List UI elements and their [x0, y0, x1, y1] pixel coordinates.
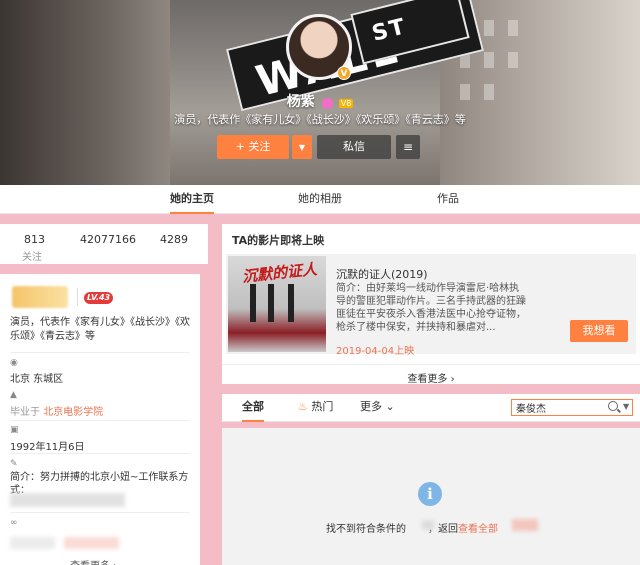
filter-tab-more[interactable]: 更多 ⌄ [360, 394, 395, 422]
follow-button[interactable]: + 关注 [217, 135, 289, 159]
films-more-link[interactable]: 查看更多 › [222, 364, 640, 385]
search-dropdown-icon[interactable]: ▼ [623, 402, 629, 411]
profile-tabs: 她的主页 她的相册 作品 [0, 185, 640, 214]
location-icon: ◉ [10, 358, 18, 368]
view-all-link[interactable]: 查看全部 [458, 524, 498, 535]
empty-message-prefix: 找不到符合条件的 [326, 524, 406, 535]
follow-count[interactable]: 813 [24, 233, 45, 246]
fire-icon: ♨ [298, 400, 308, 413]
films-section-title: TA的影片即将上映 [232, 234, 325, 247]
divider [10, 420, 190, 421]
profile-name: 杨紫 [286, 94, 315, 110]
link-redacted [64, 537, 119, 549]
poster-title: 沉默的证人 [241, 260, 318, 286]
profile-description: 演员，代表作《家有儿女》《战长沙》《欢乐颂》《青云志》等 [174, 113, 466, 126]
menu-icon: ≡ [402, 140, 414, 154]
divider [77, 288, 78, 306]
link-icon: ∞ [10, 518, 18, 528]
tab-home[interactable]: 她的主页 [170, 185, 214, 214]
empty-message: 找不到符合条件的 ，返回查看全部 [326, 520, 498, 535]
weibo-count[interactable]: 4289 [160, 233, 188, 246]
profile-info-panel: LV.43 演员，代表作《家有儿女》《战长沙》《欢乐颂》《青云志》等 ◉ 北京 … [0, 274, 200, 565]
info-icon: i [418, 482, 442, 506]
follow-label: 关注 [22, 252, 42, 263]
divider [10, 512, 190, 513]
tab-works[interactable]: 作品 [436, 185, 460, 214]
link-redacted [10, 537, 55, 549]
graduation-cap-icon: ▲ [10, 390, 17, 400]
verified-icon: V [337, 66, 351, 80]
more-menu-button[interactable]: ≡ [396, 135, 420, 159]
school-link[interactable]: 北京电影学院 [43, 407, 103, 418]
contact-redacted [10, 493, 125, 507]
name-row: 杨紫 V8 [0, 91, 640, 111]
caret-down-icon: ▼ [298, 143, 306, 152]
film-card[interactable]: 沉默的证人 沉默的证人(2019) 简介：由好莱坞一线动作导演雷尼·哈林执导的警… [226, 254, 636, 357]
filter-tab-hot-label: 热门 [311, 400, 334, 413]
vip-badge[interactable]: V8 [338, 98, 354, 108]
film-title[interactable]: 沉默的证人(2019) [336, 266, 428, 282]
female-icon [322, 97, 334, 109]
upcoming-films-panel: TA的影片即将上映 沉默的证人 沉默的证人(2019) 简介：由好莱坞一线动作导… [222, 224, 640, 385]
filter-tab-all[interactable]: 全部 [242, 394, 264, 422]
film-release-date: 2019-04-04上映 [336, 346, 415, 357]
want-to-watch-button[interactable]: 我想看 [570, 320, 628, 342]
profile-banner: WALL ST V 杨紫 V8 演员，代表作《家有儿女》《战长沙》《欢乐颂》《青… [0, 0, 640, 185]
empty-results: i 找不到符合条件的 ，返回查看全部 [222, 428, 640, 565]
cake-icon: ▣ [10, 425, 19, 435]
school-prefix: 毕业于 [10, 407, 40, 418]
film-description: 简介：由好莱坞一线动作导演雷尼·哈林执导的警匪犯罪动作片。三名手持武器的狂躁匪徒… [336, 283, 526, 333]
edit-icon: ✎ [10, 459, 18, 469]
divider [10, 352, 190, 353]
redacted-text [512, 519, 538, 531]
redacted-text [422, 520, 434, 530]
search-icon[interactable] [608, 401, 618, 411]
action-buttons: + 关注 ▼ 私信 ≡ [0, 135, 640, 159]
fans-count[interactable]: 42077166 [80, 233, 136, 246]
feed-filter-bar: 全部 ♨ 热门 更多 ⌄ ▼ [222, 394, 640, 422]
divider [10, 453, 190, 454]
profile-intro: 演员，代表作《家有儿女》《战长沙》《欢乐颂》《青云志》等 [10, 317, 190, 342]
tab-album[interactable]: 她的相册 [298, 185, 342, 214]
location-text: 北京 东城区 [10, 374, 64, 385]
nickname-redacted [12, 286, 68, 308]
film-poster[interactable]: 沉默的证人 [228, 256, 326, 352]
follow-dropdown-button[interactable]: ▼ [292, 135, 312, 159]
filter-tab-hot[interactable]: ♨ 热门 [298, 394, 333, 422]
search-box: ▼ [511, 399, 633, 416]
message-button[interactable]: 私信 [317, 135, 391, 159]
level-badge[interactable]: LV.43 [84, 292, 114, 304]
profile-more-link[interactable]: 查看更多 › [70, 557, 117, 565]
stats-panel: 813 关注 42077166 4289 [0, 224, 208, 264]
birthday-text: 1992年11月6日 [10, 442, 85, 453]
search-input[interactable] [512, 400, 602, 415]
school-line: 毕业于 北京电影学院 [10, 403, 103, 418]
